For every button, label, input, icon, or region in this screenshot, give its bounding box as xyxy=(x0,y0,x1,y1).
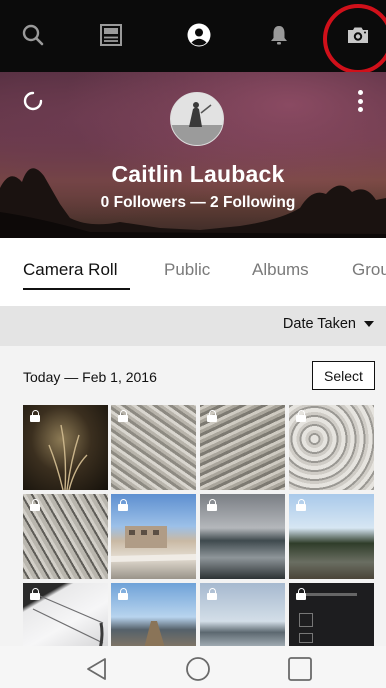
profile-name: Caitlin Lauback xyxy=(111,161,285,187)
more-options-button[interactable] xyxy=(350,86,370,116)
tab-albums[interactable]: Albums xyxy=(252,260,309,280)
avatar[interactable] xyxy=(170,92,224,146)
tab-camera-roll[interactable]: Camera Roll xyxy=(23,260,117,280)
photo-thumbnail[interactable] xyxy=(111,494,196,579)
photo-grid xyxy=(0,404,386,646)
sort-label: Date Taken xyxy=(282,316,356,332)
feed-icon xyxy=(100,24,122,46)
lock-icon xyxy=(207,410,217,422)
photo-thumbnail[interactable] xyxy=(289,583,374,646)
lock-icon xyxy=(118,499,128,511)
lock-icon xyxy=(296,588,306,600)
date-section-header: Today — Feb 1, 2016 Select xyxy=(0,346,386,404)
kebab-dot-icon xyxy=(357,90,363,95)
photo-thumbnail[interactable] xyxy=(23,583,108,646)
chevron-down-icon xyxy=(364,321,374,327)
profile-header: Caitlin Lauback 0 Followers — 2 Followin… xyxy=(0,72,386,238)
sort-dropdown[interactable]: Date Taken xyxy=(283,316,374,332)
photo-thumbnail[interactable] xyxy=(111,405,196,490)
photo-thumbnail[interactable] xyxy=(111,583,196,646)
profile-icon xyxy=(187,23,211,47)
active-tab-indicator xyxy=(23,288,130,290)
top-nav-bar xyxy=(0,0,386,74)
back-icon[interactable] xyxy=(84,656,110,682)
sort-bar: Date Taken xyxy=(0,306,386,346)
search-button[interactable] xyxy=(18,20,48,50)
tab-public[interactable]: Public xyxy=(164,260,210,280)
system-nav-bar xyxy=(0,646,386,688)
screenshot-box xyxy=(299,633,313,643)
kebab-dot-icon xyxy=(357,107,363,112)
notifications-button[interactable] xyxy=(264,20,294,50)
photo-thumbnail[interactable] xyxy=(200,405,285,490)
highlight-circle xyxy=(323,4,386,74)
avatar-image xyxy=(171,93,223,145)
photo-thumbnail[interactable] xyxy=(200,494,285,579)
notifications-icon xyxy=(271,26,287,45)
screenshot-line xyxy=(297,593,357,596)
photo-thumbnail[interactable] xyxy=(23,494,108,579)
select-button[interactable]: Select xyxy=(312,361,375,390)
lock-icon xyxy=(30,410,40,422)
lock-icon xyxy=(118,588,128,600)
recents-icon[interactable] xyxy=(287,656,313,682)
home-icon[interactable] xyxy=(185,656,211,682)
lock-icon xyxy=(118,410,128,422)
lock-icon xyxy=(30,499,40,511)
lock-icon xyxy=(296,410,306,422)
photo-thumbnail[interactable] xyxy=(200,583,285,646)
photo-thumbnail[interactable] xyxy=(289,494,374,579)
lock-icon xyxy=(296,499,306,511)
photo-thumbnail[interactable] xyxy=(289,405,374,490)
date-label: Today — Feb 1, 2016 xyxy=(23,369,157,385)
screenshot-box xyxy=(299,613,313,627)
follow-summary[interactable]: 0 Followers — 2 Following xyxy=(0,194,386,212)
lock-icon xyxy=(207,588,217,600)
lock-icon xyxy=(30,588,40,600)
tab-groups[interactable]: Groups xyxy=(352,260,386,280)
refresh-button[interactable] xyxy=(20,88,46,114)
photo-thumbnail[interactable] xyxy=(23,405,108,490)
search-icon xyxy=(22,24,44,46)
lock-icon xyxy=(207,499,217,511)
feed-button[interactable] xyxy=(96,20,126,50)
tab-bar: Camera Roll Public Albums Groups xyxy=(0,238,386,306)
profile-button[interactable] xyxy=(184,20,214,50)
kebab-dot-icon xyxy=(357,98,363,104)
refresh-icon xyxy=(23,91,43,111)
